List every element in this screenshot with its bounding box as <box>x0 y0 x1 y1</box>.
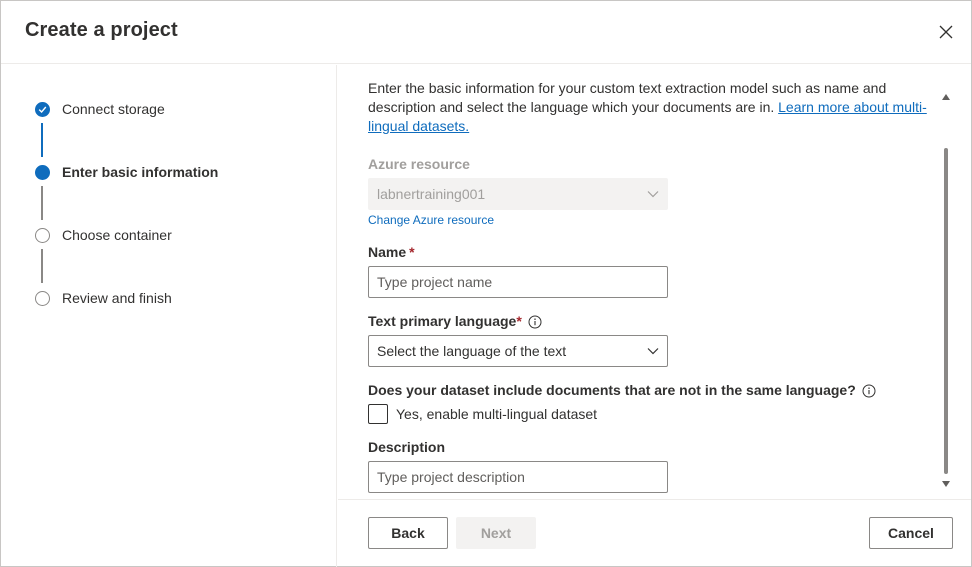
step-complete-icon <box>35 101 50 117</box>
scrollbar-thumb[interactable] <box>944 148 948 474</box>
step-enter-basic-information: Enter basic information <box>35 161 218 183</box>
step-label: Enter basic information <box>62 164 219 180</box>
cancel-button[interactable]: Cancel <box>869 517 953 549</box>
checkmark-icon <box>38 106 47 113</box>
step-current-icon <box>35 164 50 180</box>
scroll-up-arrow-icon[interactable] <box>942 94 950 100</box>
multilingual-checkbox[interactable] <box>368 404 388 424</box>
description-input[interactable] <box>368 461 668 493</box>
step-choose-container: Choose container <box>35 224 172 246</box>
form-scrollbar[interactable] <box>939 91 953 493</box>
close-button[interactable] <box>933 19 959 45</box>
required-marker: * <box>409 244 415 260</box>
step-label: Connect storage <box>62 101 165 117</box>
step-connect-storage: Connect storage <box>35 98 165 120</box>
language-label-text: Text primary language <box>368 313 517 329</box>
language-label: Text primary language* <box>368 313 542 329</box>
step-connector <box>41 186 43 220</box>
azure-resource-label: Azure resource <box>368 156 470 172</box>
chevron-down-icon <box>647 348 659 355</box>
step-pending-icon <box>35 290 50 306</box>
dialog-header: Create a project <box>1 1 971 64</box>
name-label: Name * <box>368 244 415 260</box>
wizard-steps: Connect storage Enter basic information … <box>1 65 337 567</box>
back-button[interactable]: Back <box>368 517 448 549</box>
intro-paragraph: Enter the basic information for your cus… <box>368 79 934 136</box>
scroll-down-arrow-icon[interactable] <box>942 481 950 487</box>
close-icon <box>939 25 953 39</box>
chevron-down-icon <box>647 191 659 198</box>
multilingual-question: Does your dataset include documents that… <box>368 382 876 398</box>
multilingual-question-text: Does your dataset include documents that… <box>368 382 856 398</box>
description-label: Description <box>368 439 446 455</box>
info-icon[interactable] <box>528 315 542 329</box>
azure-resource-select: labnertraining001 <box>368 178 668 210</box>
next-button[interactable]: Next <box>456 517 536 549</box>
name-label-text: Name <box>368 244 407 260</box>
step-connector <box>41 123 43 157</box>
info-icon[interactable] <box>862 384 876 398</box>
language-select[interactable]: Select the language of the text <box>368 335 668 367</box>
step-label: Choose container <box>62 227 172 243</box>
azure-resource-value: labnertraining001 <box>377 186 486 202</box>
multilingual-checkbox-row[interactable]: Yes, enable multi-lingual dataset <box>368 404 597 424</box>
multilingual-checkbox-label[interactable]: Yes, enable multi-lingual dataset <box>396 406 597 422</box>
required-marker: * <box>516 313 522 329</box>
dialog-footer: Back Next Cancel <box>338 499 971 567</box>
language-select-placeholder: Select the language of the text <box>377 343 567 359</box>
step-pending-icon <box>35 227 50 243</box>
step-connector <box>41 249 43 283</box>
step-label: Review and finish <box>62 290 172 306</box>
create-project-dialog: Create a project Connect storage Enter b… <box>0 0 972 567</box>
form-pane: Enter the basic information for your cus… <box>338 65 971 499</box>
step-review-and-finish: Review and finish <box>35 287 172 309</box>
project-name-input[interactable] <box>368 266 668 298</box>
dialog-title: Create a project <box>25 19 178 41</box>
change-azure-resource-link[interactable]: Change Azure resource <box>368 213 494 227</box>
